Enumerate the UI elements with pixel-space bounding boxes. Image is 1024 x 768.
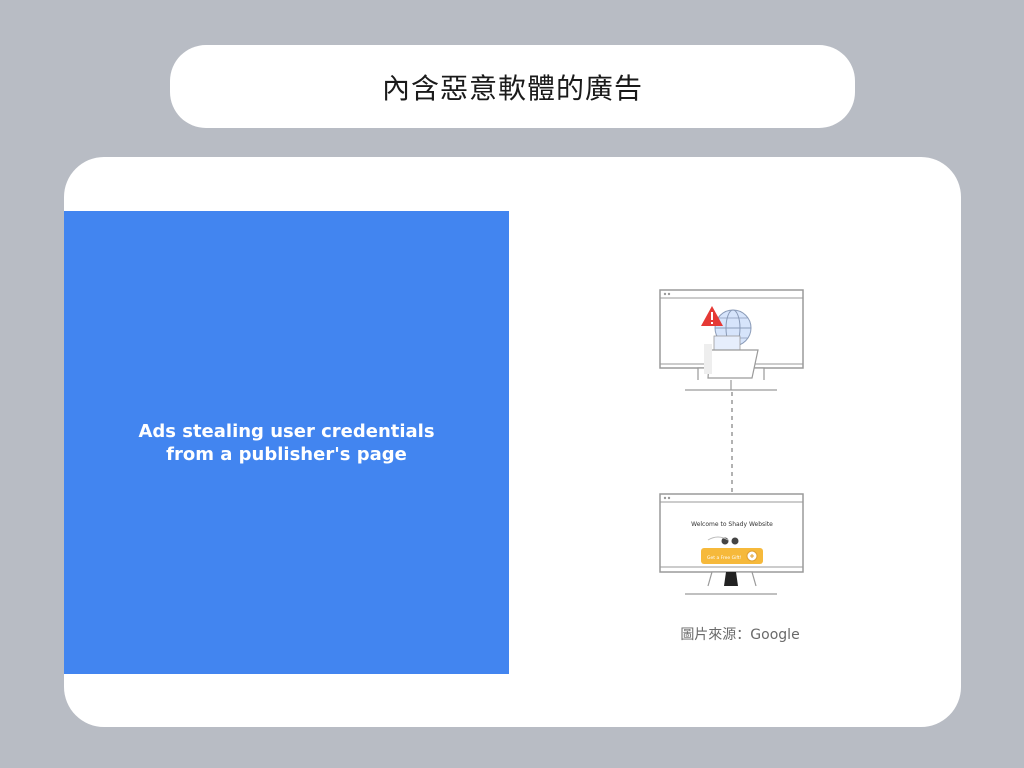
panel-caption: Ads stealing user credentials from a pub… <box>138 420 434 466</box>
page-title: 內含惡意軟體的廣告 <box>381 71 643 105</box>
panel-caption-line2: from a publisher's page <box>166 443 407 465</box>
panel-caption-line1: Ads stealing user credentials <box>138 420 435 442</box>
free-gift-label: Get a Free Gift! <box>707 555 742 561</box>
video-panel: Ads stealing user credentials from a pub… <box>64 211 509 674</box>
malware-ad-illustration: Welcome to Shady Website Get a Free Gift… <box>659 289 804 595</box>
image-credit: 圖片來源：Google <box>680 627 800 643</box>
title-banner: 內含惡意軟體的廣告 <box>170 45 855 128</box>
shady-website-text: Welcome to Shady Website <box>691 521 773 528</box>
bottom-monitor: Welcome to Shady Website Get a Free Gift… <box>659 493 804 595</box>
